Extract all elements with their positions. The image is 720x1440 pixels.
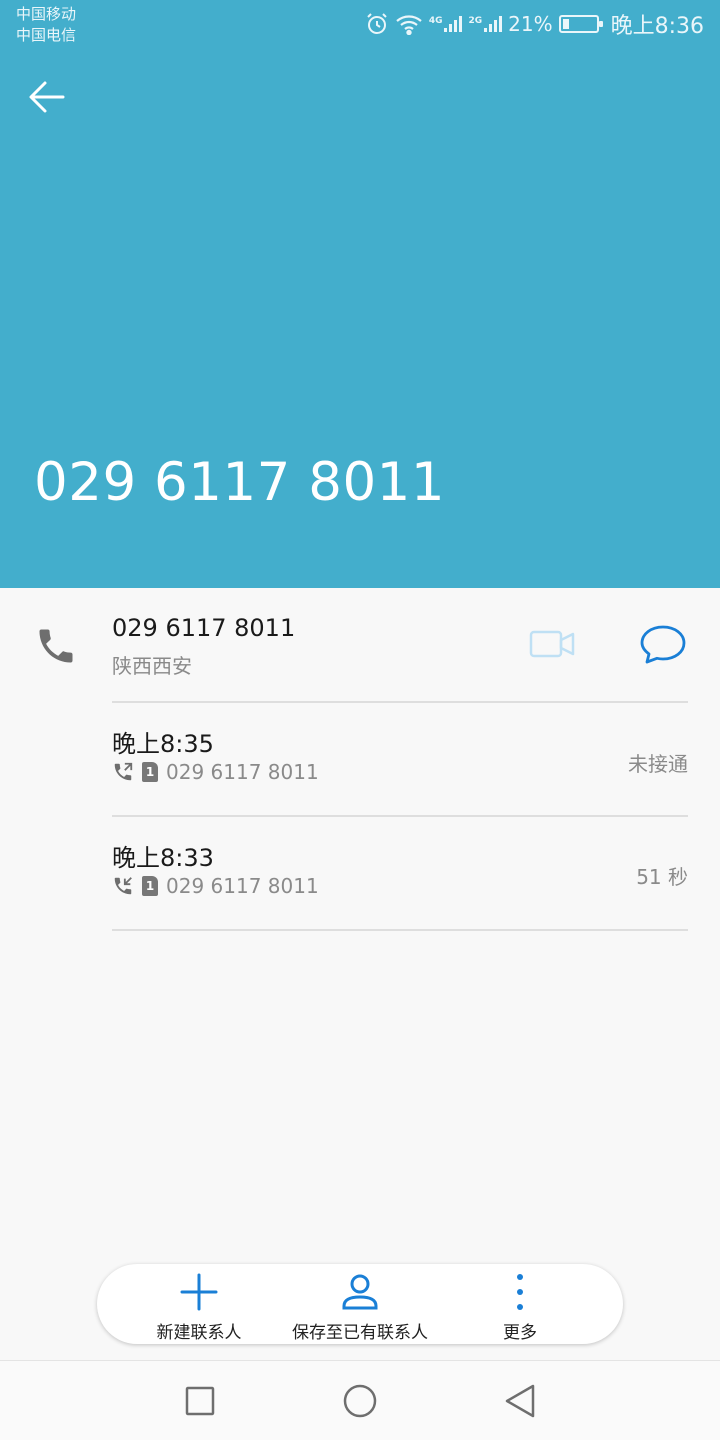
wifi-icon	[396, 15, 422, 35]
divider	[112, 815, 688, 817]
navigation-bar	[0, 1360, 720, 1440]
call-status: 未接通	[628, 752, 688, 776]
recents-button[interactable]	[178, 1379, 222, 1423]
sim1-network-label: 4G	[428, 16, 443, 26]
triangle-back-icon	[505, 1384, 535, 1418]
battery-icon	[558, 15, 603, 33]
sim2-signal-icon: 2G	[468, 16, 503, 32]
new-contact-label: 新建联系人	[156, 1323, 242, 1343]
call-duration: 51 秒	[636, 865, 688, 889]
carrier-info: 中国移动 中国电信	[16, 4, 76, 46]
sim-card-icon: 1	[142, 876, 158, 896]
header: 中国移动 中国电信 4G 2G 21% 晚上8:36 029 6117 8011	[0, 0, 720, 588]
circle-icon	[343, 1384, 377, 1418]
more-button[interactable]: 更多	[477, 1264, 563, 1344]
home-button[interactable]	[338, 1379, 382, 1423]
back-button[interactable]	[22, 72, 72, 122]
contact-number[interactable]: 029 6117 8011	[112, 614, 295, 642]
plus-icon	[180, 1273, 218, 1311]
call-number: 029 6117 8011	[166, 874, 319, 898]
status-icons: 4G 2G 21% 晚上8:36	[365, 8, 704, 40]
battery-fill	[562, 19, 570, 29]
message-icon[interactable]	[636, 622, 690, 666]
new-contact-button[interactable]: 新建联系人	[137, 1264, 261, 1344]
more-label: 更多	[503, 1323, 537, 1343]
call-time: 晚上8:33	[112, 844, 214, 872]
contact-location: 陕西西安	[112, 654, 192, 678]
sim2-network-label: 2G	[468, 16, 483, 26]
save-to-existing-button[interactable]: 保存至已有联系人	[280, 1264, 440, 1344]
more-vertical-icon	[517, 1274, 523, 1310]
person-icon	[342, 1274, 378, 1310]
call-detail: 1 029 6117 8011	[112, 874, 319, 898]
back-arrow-icon	[29, 81, 65, 113]
divider	[112, 929, 688, 931]
call-time: 晚上8:35	[112, 730, 214, 758]
alarm-icon	[367, 13, 387, 34]
carrier-2: 中国电信	[16, 26, 77, 44]
sim-card-icon: 1	[142, 762, 158, 782]
back-nav-button[interactable]	[498, 1379, 542, 1423]
header-phone-number: 029 6117 8011	[34, 452, 446, 513]
status-bar: 中国移动 中国电信 4G 2G 21% 晚上8:36	[0, 0, 720, 48]
battery-percent: 21%	[508, 12, 553, 36]
call-detail: 1 029 6117 8011	[112, 760, 319, 784]
video-call-icon[interactable]	[526, 624, 578, 664]
outgoing-call-icon	[114, 762, 133, 781]
square-icon	[185, 1386, 215, 1416]
divider	[112, 701, 688, 703]
save-to-existing-label: 保存至已有联系人	[292, 1323, 428, 1343]
carrier-1: 中国移动	[16, 5, 77, 23]
incoming-call-icon	[114, 877, 132, 895]
status-time: 晚上8:36	[610, 14, 704, 39]
action-bar: 新建联系人 保存至已有联系人 更多	[97, 1264, 623, 1344]
call-number: 029 6117 8011	[166, 760, 319, 784]
sim1-signal-icon: 4G	[429, 16, 463, 32]
phone-icon[interactable]	[34, 624, 78, 668]
